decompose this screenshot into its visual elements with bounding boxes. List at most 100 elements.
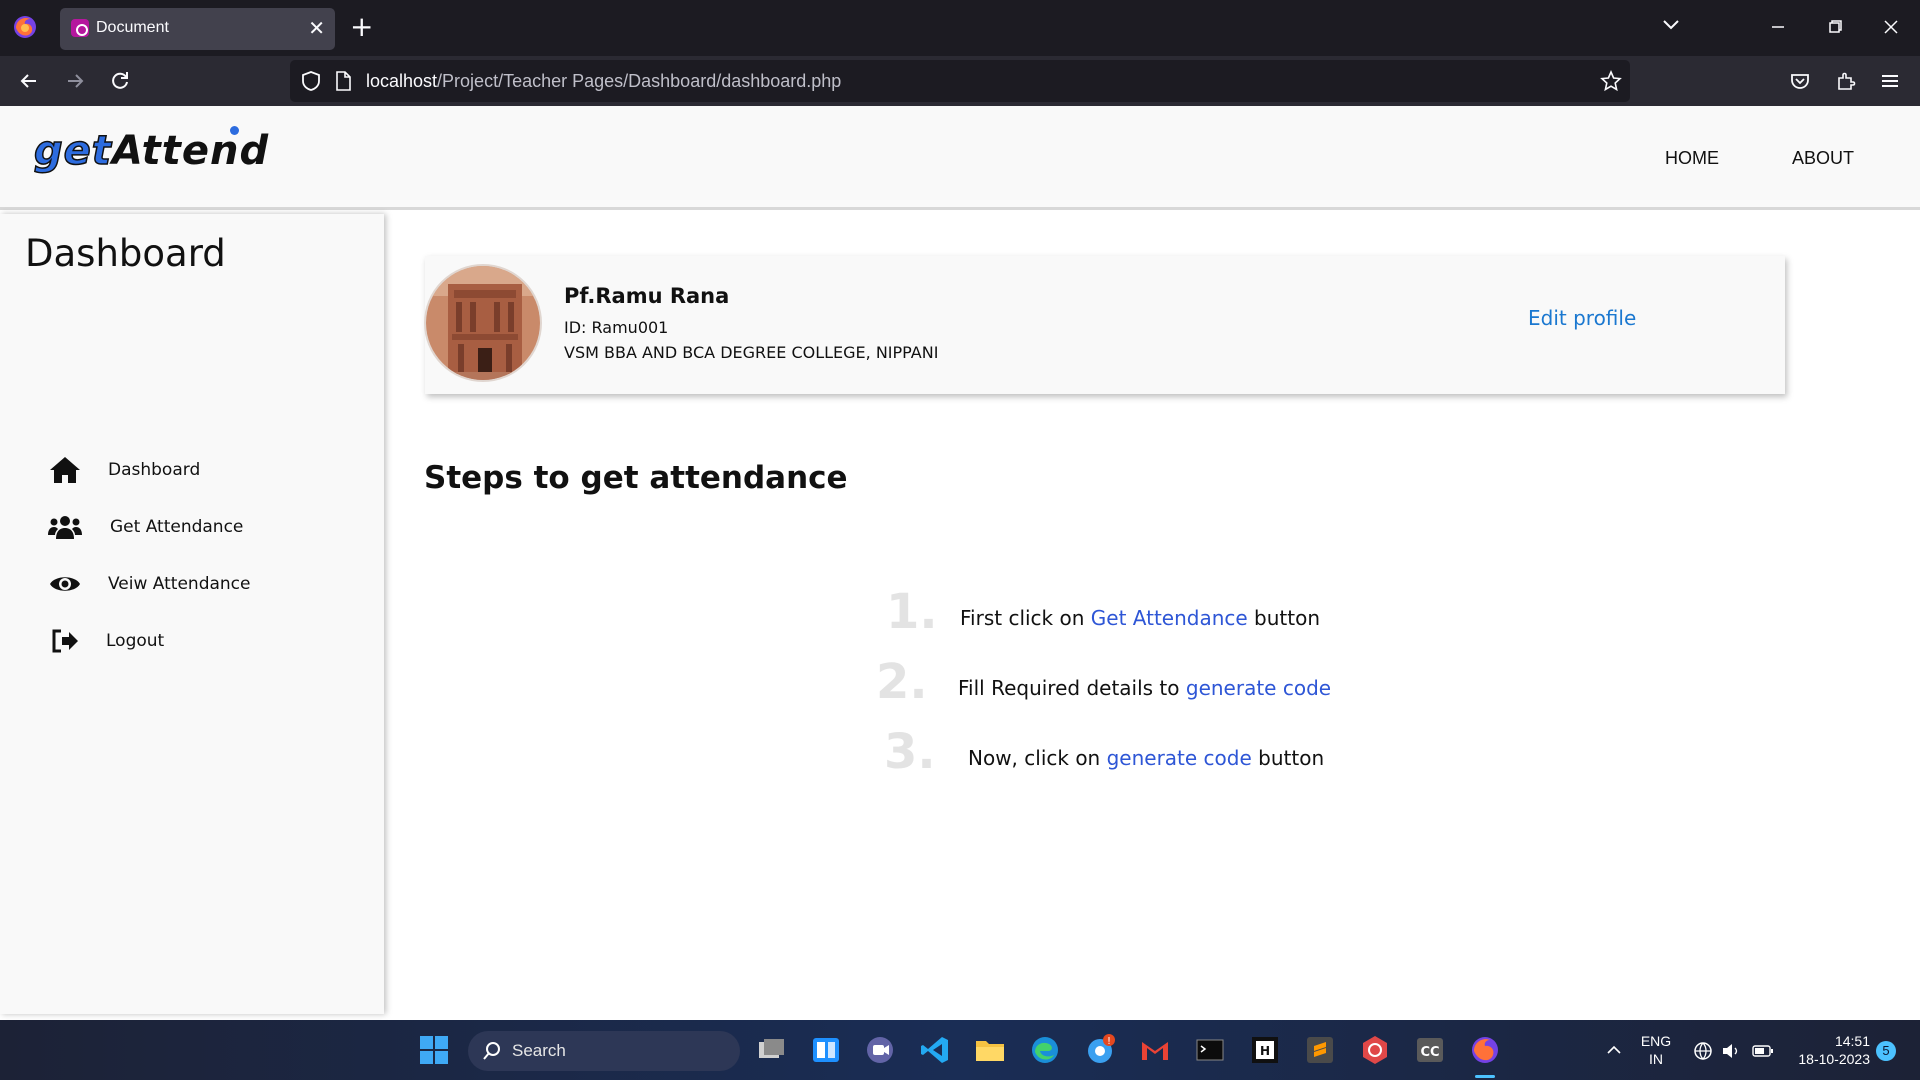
chevron-up-icon[interactable]	[1604, 1040, 1624, 1060]
hackerrank-icon[interactable]: H	[1249, 1034, 1281, 1066]
back-icon[interactable]	[16, 68, 42, 94]
cc-app-icon[interactable]: CC	[1414, 1034, 1446, 1066]
url-path: /Project/Teacher Pages/Dashboard/dashboa…	[437, 71, 842, 91]
sidebar-item-label: Logout	[106, 631, 165, 651]
taskbar-search[interactable]: Search	[468, 1031, 740, 1071]
bookmark-star-icon[interactable]	[1600, 70, 1622, 92]
notification-badge[interactable]: 5	[1876, 1041, 1896, 1061]
url-bar[interactable]: localhost/Project/Teacher Pages/Dashboar…	[290, 60, 1630, 102]
firefox-icon[interactable]	[12, 14, 38, 40]
home-icon	[48, 455, 82, 485]
sidebar-item-dashboard[interactable]: Dashboard	[48, 450, 348, 490]
widgets-icon[interactable]	[810, 1034, 842, 1066]
eye-icon	[48, 569, 82, 599]
sidebar-title: Dashboard	[25, 232, 226, 275]
svg-text:H: H	[1260, 1044, 1270, 1058]
windows-start-icon[interactable]	[418, 1034, 450, 1066]
avatar	[424, 264, 542, 382]
tab-title: Document	[96, 19, 169, 36]
menu-icon[interactable]	[1877, 68, 1903, 94]
gmail-icon[interactable]	[1139, 1034, 1171, 1066]
url-text: localhost/Project/Teacher Pages/Dashboar…	[366, 71, 841, 92]
url-host: localhost	[366, 71, 438, 91]
clock-date: 18-10-2023	[1798, 1051, 1870, 1067]
file-explorer-icon[interactable]	[974, 1034, 1006, 1066]
step-text: Now, click on generate code button	[968, 746, 1324, 770]
restore-icon[interactable]	[1815, 12, 1855, 42]
logo-get: get	[33, 127, 112, 175]
vscode-icon[interactable]	[919, 1034, 951, 1066]
clock[interactable]: 14:51 18-10-2023	[1790, 1032, 1870, 1068]
web-page: getAttend HOME ABOUT Dashboard Dashboard	[0, 106, 1920, 1020]
search-label: Search	[512, 1041, 566, 1060]
page-icon[interactable]	[334, 71, 352, 91]
sidebar-item-view-attendance[interactable]: Veiw Attendance	[48, 564, 348, 604]
svg-text:!: !	[1107, 1036, 1111, 1047]
sidebar-item-get-attendance[interactable]: Get Attendance	[48, 507, 348, 547]
step-number: 3.	[884, 724, 936, 780]
battery-icon[interactable]	[1751, 1040, 1775, 1062]
browser-tabbar: Document ✕ +	[0, 0, 1920, 56]
volume-icon[interactable]	[1720, 1040, 1742, 1062]
logo-attend: Attend	[111, 128, 270, 174]
step-highlight: generate code	[1185, 676, 1332, 700]
minimize-icon[interactable]	[1758, 12, 1798, 42]
edge-icon[interactable]	[1029, 1034, 1061, 1066]
tab-close-icon[interactable]: ✕	[308, 16, 325, 40]
taskbar: Search ! H CC ENG IN 14:51 18-10-2023 5	[0, 1020, 1920, 1080]
logo-dot-icon	[230, 126, 239, 135]
step-highlight: generate code	[1106, 746, 1252, 770]
svg-text:CC: CC	[1420, 1045, 1439, 1060]
step-text-after: button	[1251, 746, 1325, 770]
logout-icon	[48, 626, 82, 656]
active-app-indicator	[1475, 1075, 1495, 1078]
profile-name: Pf.Ramu Rana	[564, 284, 730, 308]
sidebar: Dashboard Dashboard Get Attendance Veiw …	[0, 214, 384, 1014]
profile-id: ID: Ramu001	[564, 318, 669, 337]
tab-favicon-icon	[71, 19, 89, 37]
step-text: First click on Get Attendance button	[960, 606, 1320, 630]
step-highlight: Get Attendance	[1090, 606, 1248, 630]
site-header: getAttend HOME ABOUT	[0, 106, 1920, 210]
step-text-before: Fill Required details to	[958, 676, 1186, 700]
step-number: 1.	[886, 584, 938, 640]
sidebar-item-label: Veiw Attendance	[108, 574, 251, 594]
sidebar-item-label: Dashboard	[108, 460, 201, 480]
step-text-before: Now, click on	[968, 746, 1107, 770]
reload-icon[interactable]	[107, 68, 133, 94]
language-indicator[interactable]: ENG IN	[1638, 1032, 1674, 1068]
teams-chat-icon[interactable]	[864, 1034, 896, 1066]
nav-about-link[interactable]: ABOUT	[1792, 148, 1854, 169]
clock-time: 14:51	[1834, 1033, 1870, 1049]
profile-college: VSM BBA AND BCA DEGREE COLLEGE, NIPPANI	[564, 343, 939, 362]
network-icon[interactable]	[1692, 1040, 1714, 1062]
chrome-beta-icon[interactable]: !	[1084, 1034, 1116, 1066]
step-text-after: button	[1247, 606, 1321, 630]
new-tab-button[interactable]: +	[350, 12, 373, 42]
shield-icon[interactable]	[300, 70, 322, 92]
nav-home-link[interactable]: HOME	[1665, 148, 1719, 169]
task-view-icon[interactable]	[755, 1034, 787, 1066]
step-number: 2.	[876, 654, 928, 710]
step-text: Fill Required details to generate code	[958, 676, 1331, 700]
users-icon	[48, 512, 82, 542]
sublime-icon[interactable]	[1304, 1034, 1336, 1066]
profile-card: Pf.Ramu Rana ID: Ramu001 VSM BBA AND BCA…	[424, 256, 1785, 394]
terminal-icon[interactable]	[1194, 1034, 1226, 1066]
pocket-icon[interactable]	[1787, 68, 1813, 94]
browser-tab-document[interactable]: Document ✕	[60, 8, 335, 50]
forward-icon[interactable]	[62, 68, 88, 94]
close-window-icon[interactable]	[1871, 12, 1911, 42]
sidebar-item-logout[interactable]: Logout	[48, 621, 348, 661]
steps-heading: Steps to get attendance	[424, 460, 848, 496]
extensions-icon[interactable]	[1833, 68, 1859, 94]
browser-toolbar: localhost/Project/Teacher Pages/Dashboar…	[0, 56, 1920, 106]
language-line1: ENG	[1640, 1033, 1672, 1049]
app-red-hexagon-icon[interactable]	[1359, 1034, 1391, 1066]
list-all-tabs-icon[interactable]	[1660, 14, 1682, 36]
search-icon	[483, 1042, 500, 1060]
edit-profile-link[interactable]: Edit profile	[1528, 306, 1636, 330]
language-line2: IN	[1649, 1051, 1663, 1067]
sidebar-item-label: Get Attendance	[110, 517, 244, 537]
firefox-taskbar-icon[interactable]	[1469, 1034, 1501, 1066]
